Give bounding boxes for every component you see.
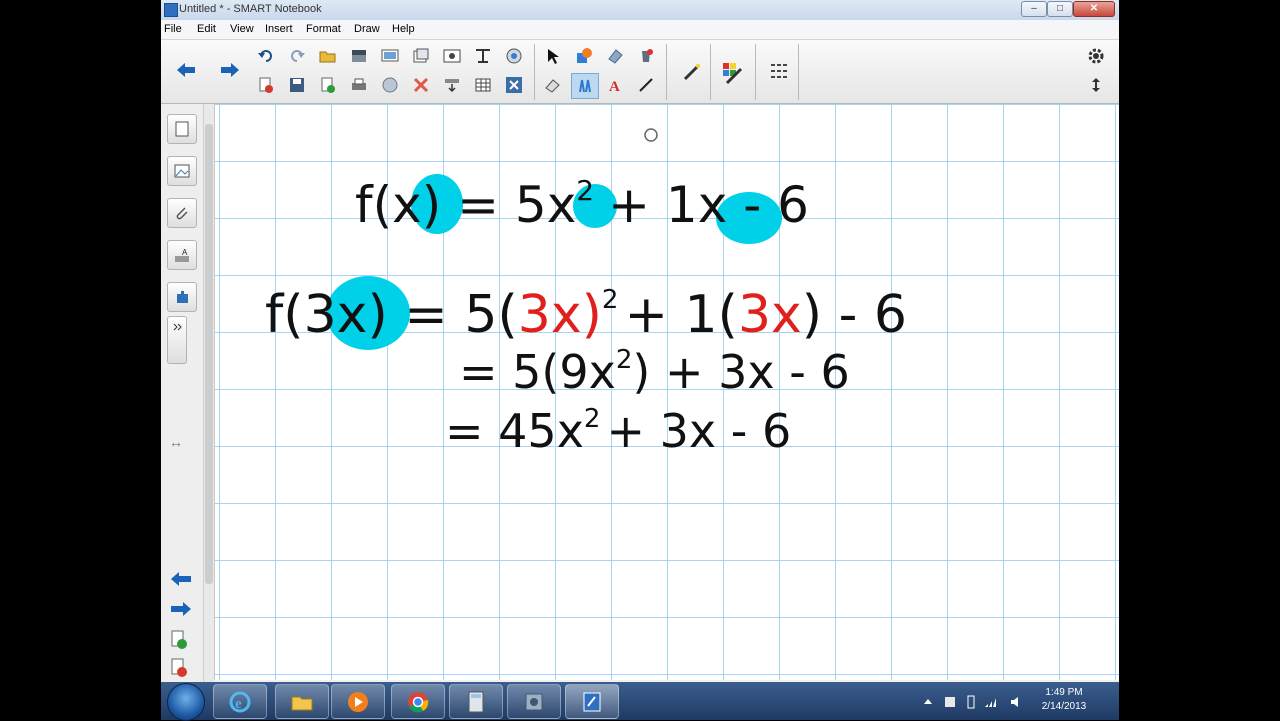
chrome-icon[interactable] xyxy=(391,684,445,719)
notebook-canvas[interactable]: f(x) = 5x2 + 1x - 6 f(3x) = 5(3x)2 + 1(3x)… xyxy=(214,104,1119,680)
resize-handle-icon[interactable]: ↔ xyxy=(169,434,183,450)
menu-view[interactable]: View xyxy=(230,23,254,35)
previous-page-icon[interactable] xyxy=(169,570,193,593)
tray-expand-icon xyxy=(924,699,932,704)
toolbar-separator xyxy=(755,44,756,100)
control-panel-icon[interactable] xyxy=(507,684,561,719)
settings-icon[interactable] xyxy=(1083,44,1109,68)
line-style-icon[interactable] xyxy=(764,58,794,82)
fill-icon[interactable] xyxy=(633,44,659,68)
screen-shade-icon[interactable] xyxy=(346,44,372,68)
capture-icon[interactable] xyxy=(408,44,434,68)
menu-draw[interactable]: Draw xyxy=(354,23,380,35)
delete-icon[interactable] xyxy=(408,73,434,97)
menu-bar: File Edit View Insert Format Draw Help xyxy=(161,20,1119,40)
shapes-icon[interactable] xyxy=(571,44,597,68)
delete-page-icon[interactable] xyxy=(253,73,279,97)
svg-text:A: A xyxy=(182,248,188,257)
addons-icon[interactable] xyxy=(167,282,197,312)
battery-icon xyxy=(967,695,975,709)
windows-taskbar: e 1:49 PM 2/14/2013 xyxy=(161,682,1119,721)
add-page-icon[interactable] xyxy=(315,73,341,97)
table-tool-icon[interactable] xyxy=(470,44,496,68)
menu-help[interactable]: Help xyxy=(392,23,415,35)
close-button[interactable]: ✕ xyxy=(1073,1,1115,17)
pointer-icon[interactable] xyxy=(540,44,566,68)
calculator-icon[interactable] xyxy=(449,684,503,719)
equation-line-3: = 5(9x2) + 3x - 6 xyxy=(459,345,850,399)
next-page-icon[interactable] xyxy=(169,600,193,623)
text-icon[interactable]: A xyxy=(602,73,628,97)
start-button[interactable] xyxy=(167,683,205,721)
svg-text:A: A xyxy=(609,79,620,94)
screen-shade-down-icon[interactable] xyxy=(439,73,465,97)
action-center-icon xyxy=(945,697,955,707)
smart-notebook-window: Untitled * - SMART Notebook – □ ✕ File E… xyxy=(161,0,1119,720)
media-player-icon[interactable] xyxy=(331,684,385,719)
full-screen-icon[interactable] xyxy=(377,44,403,68)
save-icon[interactable] xyxy=(284,73,310,97)
menu-edit[interactable]: Edit xyxy=(197,23,216,35)
svg-text:e: e xyxy=(235,696,242,712)
vertical-scrollbar[interactable] xyxy=(203,104,214,682)
menu-file[interactable]: File xyxy=(164,23,182,35)
spotlight-icon[interactable] xyxy=(377,73,403,97)
open-folder-icon[interactable] xyxy=(315,44,341,68)
toolbar-position-icon[interactable] xyxy=(1083,73,1109,97)
close-toolbar-icon[interactable] xyxy=(501,73,527,97)
add-page-sidebar-icon[interactable] xyxy=(169,630,189,655)
menu-format[interactable]: Format xyxy=(306,23,341,35)
handwriting-layer: f(x) = 5x2 + 1x - 6 f(3x) = 5(3x)2 + 1(3x)… xyxy=(265,128,907,458)
toolbar-separator xyxy=(534,44,535,100)
equation-line-2: f(3x) = 5(3x)2 + 1(3x) - 6 xyxy=(265,285,907,345)
network-icon xyxy=(985,698,996,707)
window-title: Untitled * - SMART Notebook xyxy=(179,3,322,15)
cursor-indicator xyxy=(644,128,658,142)
line-icon[interactable] xyxy=(633,73,659,97)
equation-line-1: f(x) = 5x2 + 1x - 6 xyxy=(355,174,809,234)
eraser-tool-icon[interactable] xyxy=(540,73,566,97)
eraser-icon[interactable] xyxy=(602,44,628,68)
page-sorter-icon[interactable] xyxy=(167,114,197,144)
maximize-button[interactable]: □ xyxy=(1047,1,1073,17)
ie-icon[interactable]: e xyxy=(213,684,267,719)
delete-page-sidebar-icon[interactable] xyxy=(169,658,189,683)
screen-capture-icon[interactable] xyxy=(439,44,465,68)
document-camera-icon[interactable] xyxy=(501,44,527,68)
system-tray[interactable] xyxy=(921,694,1031,710)
forward-arrow-icon[interactable] xyxy=(215,58,245,82)
tray-clock[interactable]: 1:49 PM 2/14/2013 xyxy=(1039,686,1089,714)
minimize-button[interactable]: – xyxy=(1021,1,1047,17)
toolbar-separator xyxy=(666,44,667,100)
collapse-sidebar-icon[interactable] xyxy=(167,316,187,364)
attachments-icon[interactable] xyxy=(167,198,197,228)
app-icon xyxy=(164,3,178,17)
title-bar: Untitled * - SMART Notebook – □ ✕ xyxy=(161,0,1119,21)
toolbar-separator xyxy=(710,44,711,100)
gallery-icon[interactable] xyxy=(167,156,197,186)
clock-time: 1:49 PM xyxy=(1045,687,1083,698)
insert-table-icon[interactable] xyxy=(470,73,496,97)
notebook-icon[interactable] xyxy=(565,684,619,719)
menu-insert[interactable]: Insert xyxy=(265,23,293,35)
redo-icon[interactable] xyxy=(284,44,310,68)
properties-tab-icon[interactable]: A xyxy=(167,240,197,270)
equation-line-4: = 45x2 + 3x - 6 xyxy=(445,404,791,458)
pen-icon[interactable] xyxy=(571,73,599,99)
clock-date: 2/14/2013 xyxy=(1041,701,1087,712)
explorer-icon[interactable] xyxy=(275,684,329,719)
back-arrow-icon[interactable] xyxy=(171,58,201,82)
toolbar: A xyxy=(161,40,1119,104)
undo-icon[interactable] xyxy=(253,44,279,68)
toolbar-separator xyxy=(798,44,799,100)
volume-icon xyxy=(1011,697,1018,707)
properties-icon[interactable] xyxy=(717,58,751,85)
magic-pen-icon[interactable] xyxy=(677,58,707,82)
print-icon[interactable] xyxy=(346,73,372,97)
scrollbar-thumb[interactable] xyxy=(205,124,213,584)
